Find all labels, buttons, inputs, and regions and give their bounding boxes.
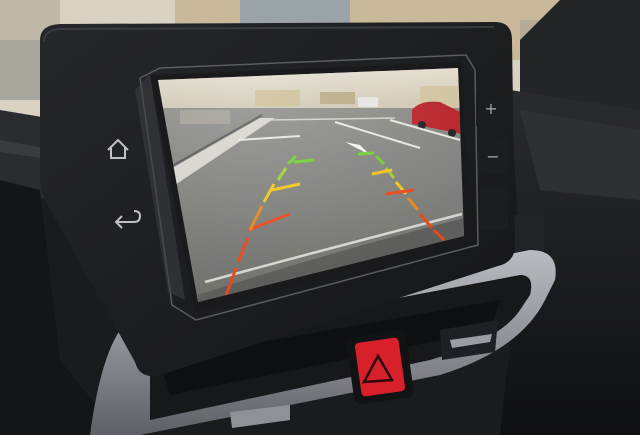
right-button-blank[interactable] [480,185,508,230]
volume-up-button[interactable]: + [476,90,506,126]
hazard-button[interactable] [346,329,415,405]
photo-canvas: + − [0,0,640,435]
volume-down-button[interactable]: − [478,138,508,174]
volume-up-icon: + [484,99,497,118]
volume-down-icon: − [486,147,499,166]
car-dashboard-photo: + − [0,0,640,435]
